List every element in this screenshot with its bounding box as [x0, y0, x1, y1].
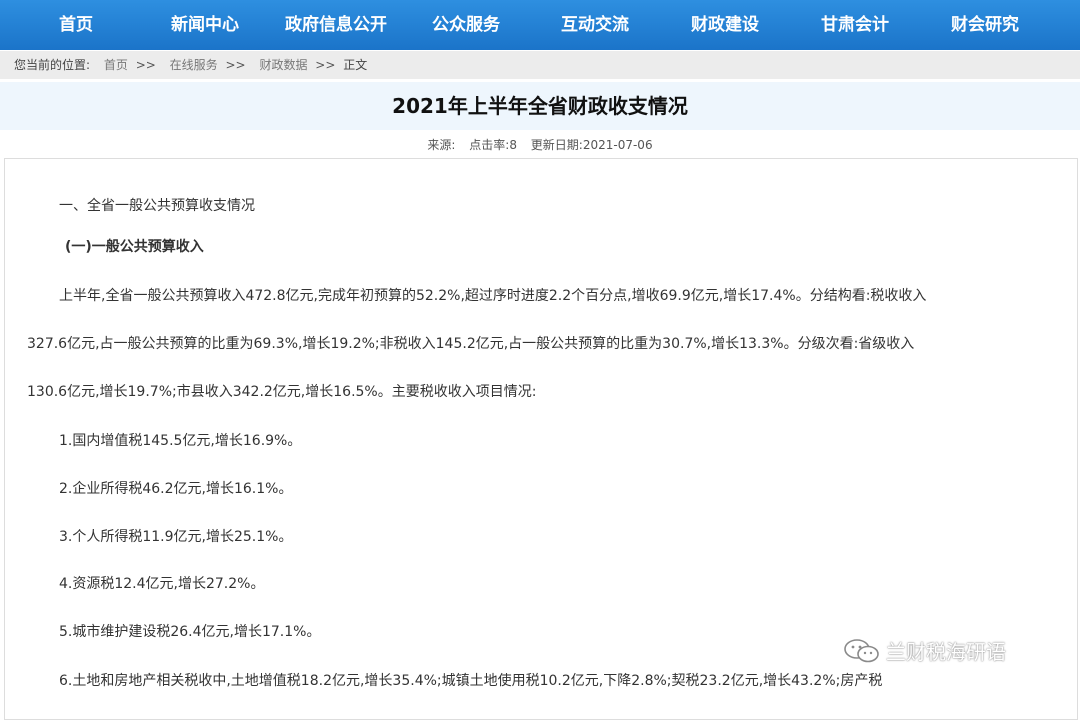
list-item: 6.土地和房地产相关税收中,土地增值税18.2亿元,增长35.4%;城镇土地使用…	[59, 673, 883, 689]
nav-item-gov-info[interactable]: 政府信息公开	[285, 0, 387, 50]
article-updated-date: 更新日期:2021-07-06	[530, 138, 653, 152]
nav-item-accounting[interactable]: 甘肃会计	[821, 0, 889, 50]
breadcrumb-separator: >>	[225, 58, 246, 72]
article-title-bar: 2021年上半年全省财政收支情况	[0, 82, 1080, 130]
breadcrumb-separator: >>	[135, 58, 156, 72]
watermark-text: 兰财税海研语	[886, 640, 1006, 664]
breadcrumb-finance-data[interactable]: 财政数据	[259, 58, 307, 72]
breadcrumb-separator: >>	[315, 58, 336, 72]
breadcrumb-home[interactable]: 首页	[104, 58, 128, 72]
list-item: 4.资源税12.4亿元,增长27.2%。	[59, 576, 265, 592]
nav-item-news[interactable]: 新闻中心	[171, 0, 239, 50]
list-item: 3.个人所得税11.9亿元,增长25.1%。	[59, 529, 293, 545]
paragraph-line: 327.6亿元,占一般公共预算的比重为69.3%,增长19.2%;非税收入145…	[27, 336, 915, 352]
article-source: 来源:	[427, 138, 456, 152]
section-heading: 一、全省一般公共预算收支情况	[59, 198, 255, 214]
article-hits: 点击率:8	[469, 138, 517, 152]
article-title: 2021年上半年全省财政收支情况	[392, 94, 688, 118]
top-nav: 首页 新闻中心 政府信息公开 公众服务 互动交流 财政建设 甘肃会计 财会研究	[0, 0, 1080, 50]
paragraph-line: 上半年,全省一般公共预算收入472.8亿元,完成年初预算的52.2%,超过序时进…	[59, 288, 927, 304]
nav-item-research[interactable]: 财会研究	[951, 0, 1019, 50]
nav-item-home[interactable]: 首页	[59, 0, 93, 50]
wechat-icon	[844, 639, 879, 663]
list-item: 1.国内增值税145.5亿元,增长16.9%。	[59, 433, 302, 449]
breadcrumb-online-service[interactable]: 在线服务	[170, 58, 218, 72]
sub-heading: (一)一般公共预算收入	[65, 239, 204, 255]
list-item: 2.企业所得税46.2亿元,增长16.1%。	[59, 481, 293, 497]
breadcrumb-lead: 您当前的位置:	[14, 58, 91, 72]
list-item: 5.城市维护建设税26.4亿元,增长17.1%。	[59, 624, 321, 640]
nav-item-interaction[interactable]: 互动交流	[561, 0, 629, 50]
breadcrumb: 您当前的位置: 首页 >> 在线服务 >> 财政数据 >> 正文	[0, 51, 1080, 79]
paragraph-line: 130.6亿元,增长19.7%;市县收入342.2亿元,增长16.5%。主要税收…	[27, 384, 537, 400]
nav-item-finance[interactable]: 财政建设	[691, 0, 759, 50]
breadcrumb-current: 正文	[343, 58, 368, 72]
article-meta: 来源: 点击率:8 更新日期:2021-07-06	[0, 136, 1080, 154]
nav-item-public-svc[interactable]: 公众服务	[432, 0, 500, 50]
